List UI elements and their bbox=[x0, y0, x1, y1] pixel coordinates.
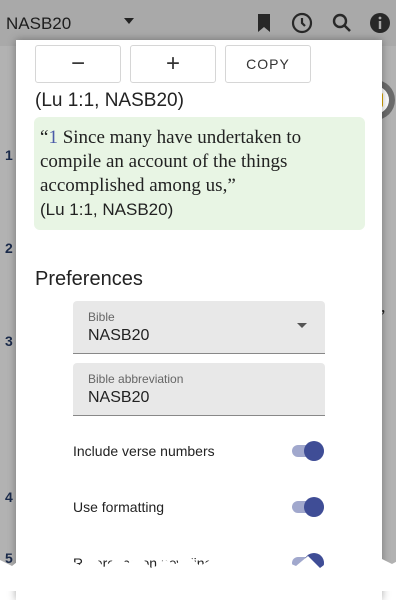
plus-icon: + bbox=[165, 50, 180, 77]
use-formatting-label: Use formatting bbox=[73, 499, 165, 515]
copy-button[interactable]: COPY bbox=[225, 45, 311, 83]
verse-preview: “1 Since many have undertaken to compile… bbox=[34, 117, 365, 230]
bible-dropdown-value: NASB20 bbox=[88, 327, 150, 344]
background-verse-number: 2 bbox=[5, 240, 13, 256]
decrease-range-button[interactable]: − bbox=[35, 45, 121, 83]
bible-abbreviation-field[interactable]: Bible abbreviation NASB20 bbox=[73, 363, 325, 416]
verse-number: 1 bbox=[48, 127, 58, 148]
bible-dropdown-label: Bible bbox=[88, 310, 115, 324]
include-verse-numbers-toggle[interactable] bbox=[292, 441, 324, 461]
minus-icon: − bbox=[70, 50, 85, 77]
background-verse-number: 4 bbox=[5, 489, 13, 505]
toggle-thumb bbox=[304, 441, 324, 461]
increase-range-button[interactable]: + bbox=[130, 45, 216, 83]
bible-dropdown[interactable]: Bible NASB20 bbox=[73, 301, 325, 354]
torn-edge-decoration bbox=[0, 554, 405, 591]
dropdown-arrow-icon bbox=[297, 323, 307, 328]
bible-abbreviation-label: Bible abbreviation bbox=[88, 372, 184, 386]
toggle-thumb bbox=[304, 497, 324, 517]
include-verse-numbers-label: Include verse numbers bbox=[73, 443, 215, 459]
preferences-heading: Preferences bbox=[35, 268, 143, 290]
copy-verse-sheet: − + COPY (Lu 1:1, NASB20) “1 Since many … bbox=[16, 40, 382, 600]
verse-preview-text: “1 Since many have undertaken to compile… bbox=[40, 126, 358, 222]
selection-reference: (Lu 1:1, NASB20) bbox=[35, 90, 184, 111]
use-formatting-toggle[interactable] bbox=[292, 497, 324, 517]
bible-abbreviation-value[interactable]: NASB20 bbox=[88, 389, 149, 407]
verse-text: Since many have undertaken to compile an… bbox=[40, 127, 302, 196]
background-verse-number: 3 bbox=[5, 333, 13, 349]
verse-preview-reference: (Lu 1:1, NASB20) bbox=[40, 200, 174, 219]
background-verse-number: 1 bbox=[5, 147, 13, 163]
